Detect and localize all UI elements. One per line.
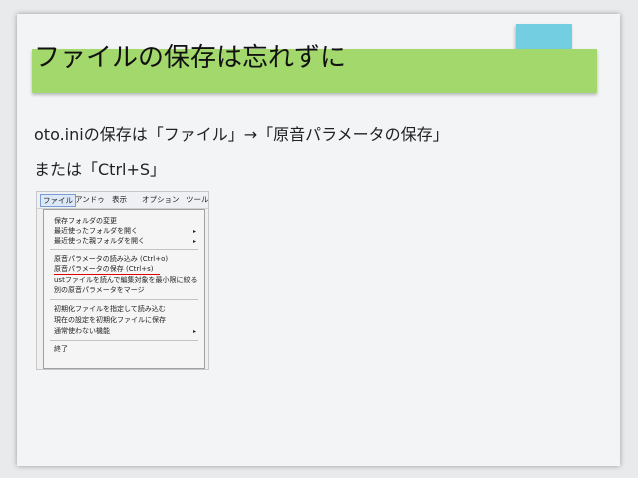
submenu-arrow-icon: ▸ — [193, 328, 197, 335]
menu-item-change-save-folder[interactable]: 保存フォルダの変更 — [54, 217, 117, 226]
menu-item-merge-params[interactable]: 別の原音パラメータをマージ — [54, 286, 145, 295]
menu-item-save-params[interactable]: 原音パラメータの保存 (Ctrl+s) — [54, 265, 153, 274]
submenu-arrow-icon: ▸ — [193, 228, 197, 235]
menu-screenshot: ファイル アンドゥ 表示 オプション ツール 保存フォルダの変更 最近使ったフォ… — [36, 191, 209, 370]
menu-separator — [50, 299, 198, 300]
file-menu-dropdown: 保存フォルダの変更 最近使ったフォルダを開く ▸ 最近使った親フォルダを開く ▸… — [43, 209, 205, 369]
slide-title: ファイルの保存は忘れずに — [34, 43, 347, 73]
menu-file[interactable]: ファイル — [40, 194, 76, 207]
menu-item-save-init-file[interactable]: 現在の設定を初期化ファイルに保存 — [54, 316, 166, 325]
menu-item-rarely-used[interactable]: 通常使わない機能 — [54, 327, 110, 336]
menu-undo[interactable]: アンドゥ — [73, 194, 107, 205]
menu-item-load-params[interactable]: 原音パラメータの読み込み (Ctrl+o) — [54, 255, 168, 264]
menu-item-recent-folders[interactable]: 最近使ったフォルダを開く — [54, 227, 138, 236]
menu-view[interactable]: 表示 — [110, 194, 129, 205]
menu-item-ust-filter[interactable]: ustファイルを読んで編集対象を最小限に絞る — [54, 276, 197, 285]
menu-options[interactable]: オプション — [140, 194, 182, 205]
menu-separator — [50, 249, 198, 250]
menu-tools[interactable]: ツール — [184, 194, 208, 205]
menu-item-exit[interactable]: 終了 — [54, 345, 68, 354]
instruction-line-1: oto.iniの保存は「ファイル」→「原音パラメータの保存」 — [34, 125, 449, 144]
highlight-underline — [54, 274, 160, 275]
instruction-line-2: または「Ctrl+S」 — [34, 160, 167, 179]
submenu-arrow-icon: ▸ — [193, 238, 197, 245]
menu-separator — [50, 340, 198, 341]
menubar: ファイル アンドゥ 表示 オプション ツール — [37, 192, 208, 209]
menu-item-recent-parent-folders[interactable]: 最近使った親フォルダを開く — [54, 237, 145, 246]
menu-item-load-init-file[interactable]: 初期化ファイルを指定して読み込む — [54, 305, 166, 314]
